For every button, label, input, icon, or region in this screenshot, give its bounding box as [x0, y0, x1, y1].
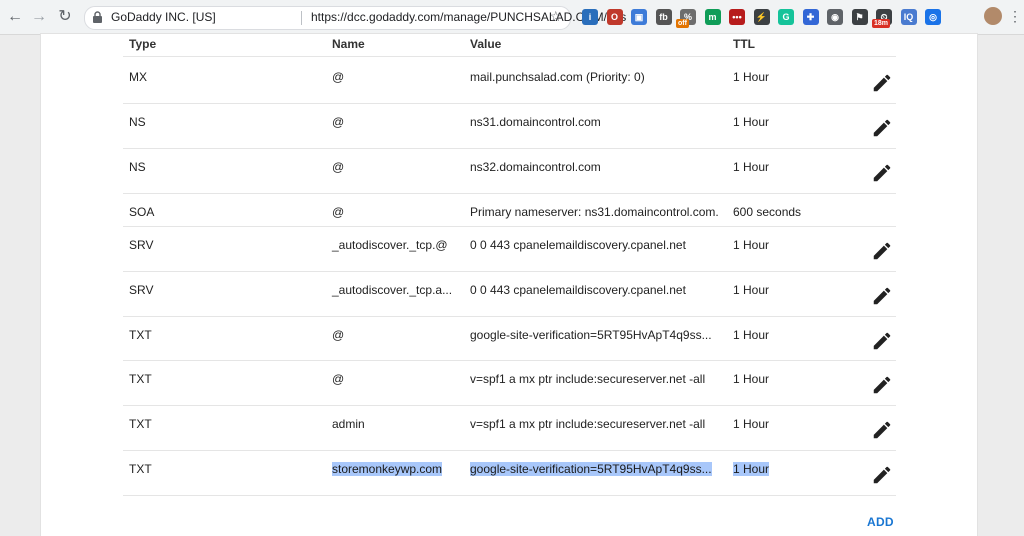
table-row: MX @ mail.punchsalad.com (Priority: 0) 1 Ho… [123, 58, 896, 104]
record-ttl: 1 Hour [733, 417, 770, 431]
ext-badge-time: 18m [872, 19, 891, 28]
record-type: NS [129, 160, 146, 174]
record-name: @ [332, 115, 345, 129]
record-ttl: 1 Hour [733, 283, 770, 297]
flag-icon[interactable]: ⚑ [851, 9, 868, 25]
more-menu-icon[interactable]: ⋮ [1008, 8, 1022, 25]
record-value: 0 0 443 cpanelemaildiscovery.cpanel.net [470, 283, 686, 297]
header-value: Value [470, 37, 502, 51]
bookmark-star-icon[interactable]: ☆ [549, 8, 562, 25]
url-text[interactable]: https://dcc.godaddy.com/manage/PUNCHSALA… [311, 10, 626, 24]
ublock-icon[interactable]: O [606, 9, 623, 25]
edit-pencil-icon[interactable] [871, 374, 893, 396]
record-name: @ [332, 372, 345, 386]
table-row: SRV _autodiscover._tcp.a... 0 0 443 cpanel… [123, 271, 896, 317]
camera-icon[interactable]: ◉ [827, 9, 843, 25]
table-row: NS @ ns31.domaincontrol.com 1 Hour [123, 103, 896, 149]
record-ttl: 1 Hour [733, 160, 770, 174]
record-type: TXT [129, 462, 152, 476]
record-ttl: 1 Hour [733, 70, 770, 84]
record-name: storemonkeywp.com [332, 462, 443, 476]
reload-icon[interactable]: ↻ [54, 6, 76, 28]
record-value: ns31.domaincontrol.com [470, 115, 601, 129]
grammarly-icon[interactable]: G [778, 9, 794, 25]
table-row: TXT admin v=spf1 a mx ptr include:securese… [123, 405, 896, 451]
record-type: TXT [129, 328, 152, 342]
record-name: _autodiscover._tcp.@ [332, 238, 448, 252]
record-type: SRV [129, 238, 154, 252]
record-name: admin [332, 417, 365, 431]
edit-pencil-icon[interactable] [871, 117, 893, 139]
edit-pencil-icon[interactable] [871, 419, 893, 441]
record-type: MX [129, 70, 147, 84]
record-name: @ [332, 160, 345, 174]
record-value: google-site-verification=5RT95HvApT4q9ss… [470, 462, 712, 476]
header-ttl: TTL [733, 37, 755, 51]
header-name: Name [332, 37, 365, 51]
onepassword-icon[interactable]: i [582, 9, 598, 25]
profile-avatar[interactable] [984, 7, 1002, 25]
dots-icon[interactable]: ••• [729, 9, 745, 25]
record-type: TXT [129, 417, 152, 431]
edit-pencil-icon[interactable] [871, 162, 893, 184]
edit-pencil-icon[interactable] [871, 330, 893, 352]
edit-pencil-icon[interactable] [871, 464, 893, 486]
edit-pencil-icon[interactable] [871, 72, 893, 94]
record-ttl: 1 Hour [733, 115, 770, 129]
eye-icon[interactable]: ◎ [925, 9, 941, 25]
record-type: SRV [129, 283, 154, 297]
dns-records-card: Type Name Value TTL MX @ mail.punchsalad.c… [41, 34, 977, 536]
table-row: TXT @ v=spf1 a mx ptr include:secureserver… [123, 360, 896, 406]
table-row: SRV _autodiscover._tcp.@ 0 0 443 cpanelema… [123, 226, 896, 272]
record-name: @ [332, 328, 345, 342]
record-ttl: 600 seconds [733, 205, 802, 219]
site-identity: GoDaddy INC. [US] [111, 10, 216, 24]
iq-icon[interactable]: IQ [900, 9, 917, 25]
table-row: TXT storemonkeywp.com google-site-verifica… [123, 450, 896, 496]
browser-toolbar: ← → ↻ GoDaddy INC. [US] https://dcc.goda… [0, 0, 1024, 35]
table-row: NS @ ns32.domaincontrol.com 1 Hour [123, 148, 896, 194]
header-divider [123, 56, 896, 57]
edit-pencil-icon[interactable] [871, 285, 893, 307]
record-type: SOA [129, 205, 155, 219]
record-type: NS [129, 115, 146, 129]
omnibox-separator [301, 11, 302, 25]
record-value: v=spf1 a mx ptr include:secureserver.net… [470, 372, 706, 386]
forward-arrow-icon[interactable]: → [28, 6, 50, 28]
record-value: mail.punchsalad.com (Priority: 0) [470, 70, 645, 84]
m-icon[interactable]: m [704, 9, 721, 25]
discount-icon[interactable]: % off [676, 9, 696, 28]
ext-badge-off: off [676, 19, 689, 28]
timer-icon[interactable]: ⏲ 18m [872, 9, 892, 28]
record-value: 0 0 443 cpanelemaildiscovery.cpanel.net [470, 238, 686, 252]
window-icon[interactable]: ▣ [631, 9, 647, 25]
puzzle-icon[interactable]: ✚ [802, 9, 819, 25]
record-ttl: 1 Hour [733, 462, 770, 476]
record-name: _autodiscover._tcp.a... [332, 283, 453, 297]
header-type: Type [129, 37, 157, 51]
record-value: Primary nameserver: ns31.domaincontrol.c… [470, 205, 719, 219]
record-name: @ [332, 205, 345, 219]
facebook-box-icon[interactable]: fb [655, 9, 672, 25]
edit-pencil-icon[interactable] [871, 240, 893, 262]
lock-icon [93, 11, 102, 23]
table-row: TXT @ google-site-verification=5RT95HvApT4… [123, 316, 896, 361]
lightning-icon[interactable]: ⚡ [753, 9, 770, 25]
record-ttl: 1 Hour [733, 238, 770, 252]
record-type: TXT [129, 372, 152, 386]
record-value: google-site-verification=5RT95HvApT4q9ss… [470, 328, 712, 342]
record-value: ns32.domaincontrol.com [470, 160, 601, 174]
back-arrow-icon[interactable]: ← [4, 6, 26, 28]
record-ttl: 1 Hour [733, 328, 770, 342]
record-ttl: 1 Hour [733, 372, 770, 386]
record-value: v=spf1 a mx ptr include:secureserver.net… [470, 417, 706, 431]
add-record-button[interactable]: ADD [867, 515, 894, 529]
table-row: SOA @ Primary nameserver: ns31.domaincontr… [123, 193, 896, 227]
address-bar[interactable]: GoDaddy INC. [US] https://dcc.godaddy.co… [84, 6, 626, 30]
record-name: @ [332, 70, 345, 84]
